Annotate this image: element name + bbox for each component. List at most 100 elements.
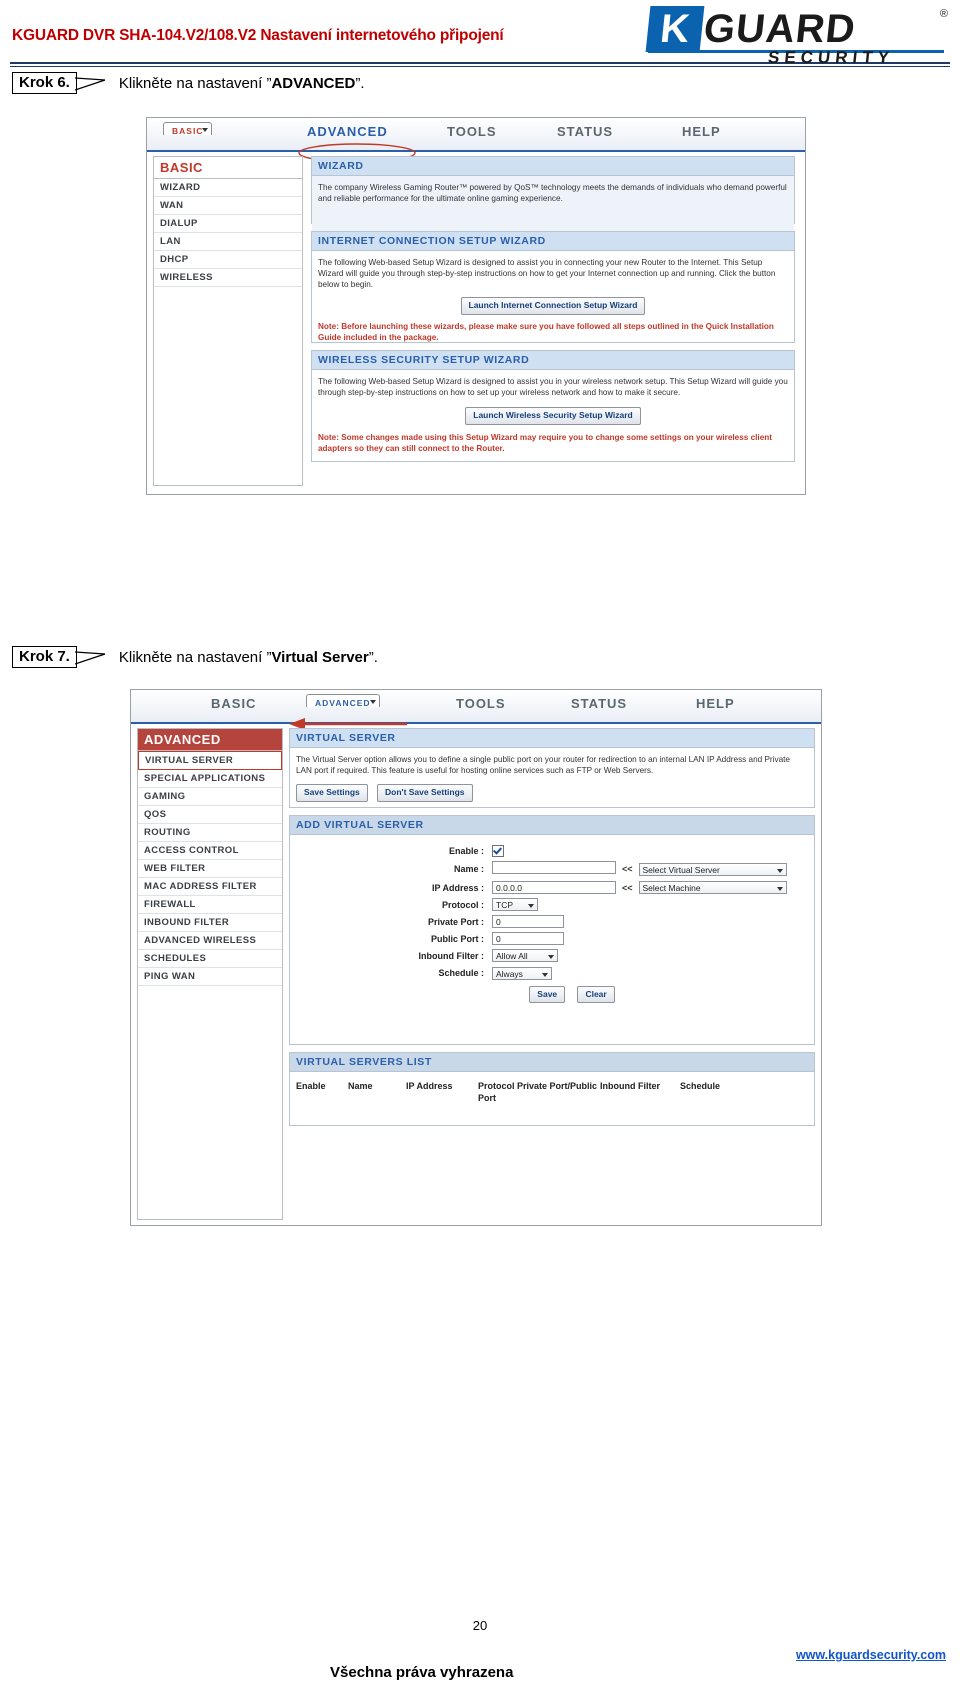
panel-wireless-wizard: WIRELESS SECURITY SETUP WIZARD The follo…: [311, 350, 795, 462]
panel-add-virtual-server: ADD VIRTUAL SERVER Enable : Name : << Se…: [289, 815, 815, 1045]
save-settings-button[interactable]: Save Settings: [296, 784, 368, 802]
nav-tab-status-2[interactable]: STATUS: [571, 696, 627, 711]
sidebar-item-ping-wan[interactable]: PING WAN: [138, 968, 282, 986]
sidebar-item-dialup[interactable]: DIALUP: [154, 215, 302, 233]
field-label-private-port: Private Port :: [427, 916, 484, 927]
schedule-dropdown[interactable]: Always: [492, 966, 552, 980]
nav-tab-help-1[interactable]: HELP: [682, 124, 721, 139]
panel-virtual-server-title: VIRTUAL SERVER: [290, 729, 814, 748]
nav-tab-tools-1[interactable]: TOOLS: [447, 124, 497, 139]
field-label-schedule: Schedule :: [438, 967, 484, 978]
panel-internet-wizard-title: INTERNET CONNECTION SETUP WIZARD: [312, 232, 794, 251]
column-header-schedule: Schedule: [680, 1081, 721, 1091]
sidebar-item-schedules[interactable]: SCHEDULES: [138, 950, 282, 968]
sidebar-item-special-applications[interactable]: SPECIAL APPLICATIONS: [138, 770, 282, 788]
panel-wizard: WIZARD The company Wireless Gaming Route…: [311, 156, 795, 236]
dont-save-settings-button[interactable]: Don't Save Settings: [377, 784, 473, 802]
internet-wizard-note-label: Note:: [318, 321, 339, 331]
internet-wizard-text: The following Web-based Setup Wizard is …: [318, 258, 776, 290]
sidebar-item-firewall[interactable]: FIREWALL: [138, 896, 282, 914]
save-button[interactable]: Save: [529, 985, 566, 1004]
launch-internet-wizard-button[interactable]: Launch Internet Connection Setup Wizard: [460, 297, 646, 315]
field-label-inbound-filter: Inbound Filter :: [418, 950, 485, 961]
name-arrows-label: <<: [622, 864, 633, 875]
column-header-ip-address: IP Address: [406, 1081, 453, 1091]
field-label-public-port: Public Port :: [430, 933, 484, 944]
panel-add-virtual-server-title: ADD VIRTUAL SERVER: [290, 816, 814, 835]
panel-virtual-server-body: The Virtual Server option allows you to …: [290, 748, 814, 808]
column-header-inbound-filter: Inbound Filter: [600, 1081, 660, 1091]
sidebar-head-basic: BASIC: [154, 157, 302, 179]
step-7-text-bold: Virtual Server: [271, 648, 369, 666]
step-6-arrow-icon: [74, 76, 113, 91]
sidebar-item-wireless[interactable]: WIRELESS: [154, 269, 302, 287]
wireless-wizard-text: The following Web-based Setup Wizard is …: [318, 377, 788, 398]
name-input[interactable]: [492, 861, 616, 875]
private-port-input[interactable]: 0: [492, 915, 564, 929]
step-6-badge: Krok 6.: [12, 72, 77, 94]
clear-button[interactable]: Clear: [577, 985, 615, 1004]
sidebar-item-wizard[interactable]: WIZARD: [154, 179, 302, 197]
sidebar-item-qos[interactable]: QOS: [138, 806, 282, 824]
field-label-name: Name :: [453, 864, 484, 875]
footer-rights: Všechna práva vyhrazena: [330, 1664, 514, 1681]
sidebar-item-virtual-server[interactable]: VIRTUAL SERVER: [138, 751, 282, 770]
wireless-wizard-note: Some changes made using this Setup Wizar…: [318, 432, 772, 453]
sidebar-item-web-filter[interactable]: WEB FILTER: [138, 860, 282, 878]
step-7-text: Klikněte na nastavení ”Virtual Server”.: [119, 649, 378, 666]
protocol-dropdown[interactable]: TCP: [492, 898, 538, 912]
panel-internet-wizard-body: The following Web-based Setup Wizard is …: [312, 251, 794, 349]
launch-wireless-wizard-button[interactable]: Launch Wireless Security Setup Wizard: [465, 407, 641, 425]
panel-add-virtual-server-body: Enable : Name : << Select Virtual Server…: [290, 835, 814, 1009]
nav-tab-advanced-2[interactable]: ADVANCED: [306, 694, 380, 708]
sidebar-item-dhcp[interactable]: DHCP: [154, 251, 302, 269]
sidebar-item-inbound-filter[interactable]: INBOUND FILTER: [138, 914, 282, 932]
router-sidebar-1: BASIC WIZARD WAN DIALUP LAN DHCP WIRELES…: [153, 156, 303, 486]
public-port-input[interactable]: 0: [492, 932, 564, 946]
ip-arrows-label: <<: [622, 882, 633, 893]
nav-tab-status-1[interactable]: STATUS: [557, 124, 613, 139]
step-7-arrow-icon: [74, 650, 113, 665]
router-navbar-1: BASIC ADVANCED TOOLS STATUS HELP: [147, 118, 805, 152]
column-header-enable: Enable: [296, 1081, 326, 1091]
sidebar-item-wan[interactable]: WAN: [154, 197, 302, 215]
ip-address-input[interactable]: 0.0.0.0: [492, 881, 616, 895]
nav-tab-help-2[interactable]: HELP: [696, 696, 735, 711]
logo-guard-text: GUARD: [701, 7, 858, 51]
step-6-text: Klikněte na nastavení ”ADVANCED”.: [119, 75, 365, 92]
nav-tab-basic-1[interactable]: BASIC: [163, 122, 213, 136]
nav-tab-basic-2[interactable]: BASIC: [211, 696, 256, 711]
sidebar-item-advanced-wireless[interactable]: ADVANCED WIRELESS: [138, 932, 282, 950]
enable-checkbox[interactable]: [492, 845, 504, 858]
virtual-server-description: The Virtual Server option allows you to …: [296, 755, 790, 776]
sidebar-item-gaming[interactable]: GAMING: [138, 788, 282, 806]
header-title: KGUARD DVR SHA-104.V2/108.V2 Nastavení i…: [12, 27, 504, 44]
footer-website-link[interactable]: www.kguardsecurity.com: [796, 1648, 946, 1662]
sidebar-item-routing[interactable]: ROUTING: [138, 824, 282, 842]
nav-tab-advanced-1[interactable]: ADVANCED: [307, 124, 388, 139]
logo-security-text: SECURITY: [767, 48, 896, 67]
internet-wizard-note: Before launching these wizards, please m…: [318, 321, 774, 342]
field-label-protocol: Protocol :: [442, 899, 484, 910]
field-label-ip-address: IP Address :: [431, 882, 484, 893]
select-machine-dropdown[interactable]: Select Machine: [638, 881, 787, 895]
select-virtual-server-dropdown[interactable]: Select Virtual Server: [638, 862, 787, 876]
step-7-text-after: ”.: [368, 648, 378, 666]
step-6-text-bold: ADVANCED: [271, 74, 356, 92]
panel-virtual-servers-list-title: VIRTUAL SERVERS LIST: [290, 1053, 814, 1072]
panel-virtual-servers-list: VIRTUAL SERVERS LIST Enable Name IP Addr…: [289, 1052, 815, 1126]
sidebar-item-mac-address-filter[interactable]: MAC ADDRESS FILTER: [138, 878, 282, 896]
router-sidebar-2: ADVANCED VIRTUAL SERVER SPECIAL APPLICAT…: [137, 728, 283, 1220]
sidebar-item-access-control[interactable]: ACCESS CONTROL: [138, 842, 282, 860]
field-label-enable: Enable :: [448, 846, 484, 856]
step-6-text-after: ”.: [355, 74, 365, 92]
panel-wizard-body: The company Wireless Gaming Router™ powe…: [312, 176, 794, 236]
column-header-protocol-ports: Protocol Private Port/Public Port: [478, 1081, 598, 1104]
nav-tab-tools-2[interactable]: TOOLS: [456, 696, 506, 711]
virtual-servers-list-header-row: Enable Name IP Address Protocol Private …: [290, 1072, 814, 1112]
step-7-text-before: Klikněte na nastavení ”: [118, 648, 272, 666]
inbound-filter-dropdown[interactable]: Allow All: [492, 949, 558, 963]
sidebar-item-lan[interactable]: LAN: [154, 233, 302, 251]
wireless-wizard-note-label: Note:: [318, 432, 339, 442]
router-screenshot-advanced: BASIC ADVANCED TOOLS STATUS HELP ADVANCE…: [130, 689, 822, 1226]
